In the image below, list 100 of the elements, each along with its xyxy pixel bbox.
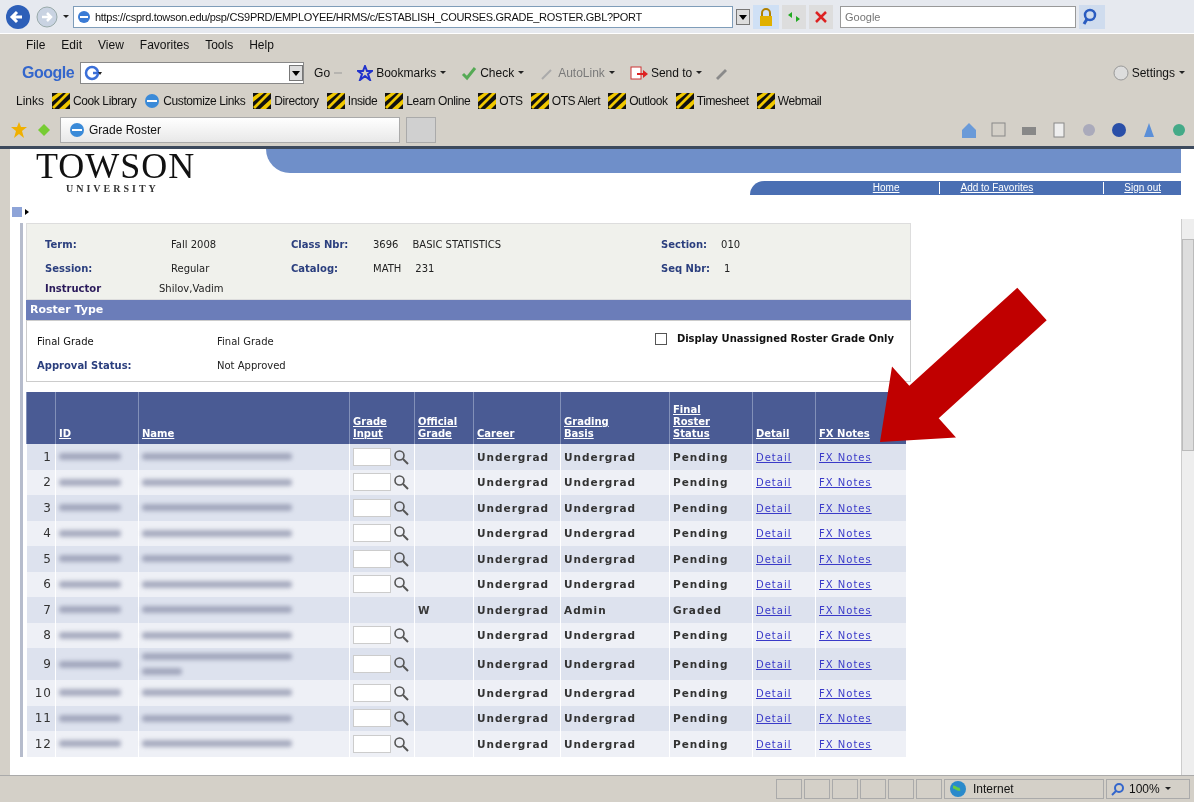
striped-flag-icon xyxy=(385,93,404,109)
search-icon[interactable] xyxy=(393,550,409,567)
new-tab-button[interactable] xyxy=(406,116,436,143)
search-icon[interactable] xyxy=(393,710,409,727)
column-header-link[interactable]: ID xyxy=(59,428,72,440)
blurred-id xyxy=(59,453,121,461)
search-field[interactable]: Google xyxy=(840,5,1076,28)
table-cell: Undergrad xyxy=(473,495,561,521)
star-icon[interactable] xyxy=(10,120,28,139)
search-icon[interactable] xyxy=(393,656,409,672)
settings-button[interactable]: Settings xyxy=(1108,62,1190,83)
column-header-link[interactable]: Name xyxy=(142,428,175,440)
table-cell: Pending xyxy=(669,495,753,521)
bookmark-link[interactable]: Outlook xyxy=(608,93,668,109)
grade-input-field[interactable] xyxy=(353,709,391,728)
search-icon[interactable] xyxy=(393,627,409,644)
search-icon[interactable] xyxy=(393,576,409,593)
vertical-scrollbar[interactable] xyxy=(1181,219,1194,775)
toolbar-button[interactable]: Send to xyxy=(625,62,708,83)
bookmark-link[interactable]: Inside xyxy=(326,93,378,109)
nav-link[interactable]: Sign out xyxy=(1103,182,1181,194)
field-label: Final Grade xyxy=(37,335,95,347)
menu-item[interactable]: View xyxy=(98,38,124,52)
grade-input-field[interactable] xyxy=(353,683,391,702)
close-icon[interactable] xyxy=(809,4,833,29)
search-icon[interactable] xyxy=(393,499,409,516)
bookmark-link[interactable]: Learn Online xyxy=(385,93,471,109)
table-cell: Undergrad xyxy=(473,648,561,680)
address-field[interactable]: https://csprd.towson.edu/psp/CS9PRD/EMPLOYEE/HRMS/c/ESTABLISH_COURSES.GRADE_ROSTER.GBL?PORT xyxy=(73,5,733,28)
table-cell: Undergrad xyxy=(473,597,561,623)
checkbox[interactable] xyxy=(654,333,667,345)
menu-toggle-icon[interactable] xyxy=(12,206,30,218)
table-cell: Admin xyxy=(560,597,670,623)
grade-input-field[interactable] xyxy=(353,655,391,673)
search-icon[interactable] xyxy=(1079,4,1105,29)
bookmark-link[interactable]: OTS Alert xyxy=(530,93,601,109)
dropdown-caret-icon[interactable] xyxy=(62,12,70,21)
field-label: Instructor xyxy=(45,283,103,294)
zoom-control[interactable]: 100% xyxy=(1106,779,1190,799)
menu-item[interactable]: Tools xyxy=(205,38,234,52)
menu-item[interactable]: Help xyxy=(249,38,274,52)
search-icon[interactable] xyxy=(393,684,409,701)
browser-tab[interactable]: Grade Roster xyxy=(60,116,400,143)
striped-flag-icon xyxy=(756,93,775,109)
grade-input-field[interactable] xyxy=(353,473,391,492)
bookmark-link[interactable]: Timesheet xyxy=(675,93,749,109)
toolbar-button[interactable]: Bookmarks xyxy=(353,62,452,83)
row-number: 6 xyxy=(26,571,56,597)
bookmark-link[interactable]: Customize Links xyxy=(144,93,246,109)
menu-item[interactable]: File xyxy=(26,38,46,52)
section-header: Roster Type xyxy=(26,300,911,320)
home-icon[interactable] xyxy=(960,120,978,139)
menu-item[interactable]: Favorites xyxy=(139,38,190,52)
scrollbar-thumb[interactable] xyxy=(1182,239,1194,451)
bookmark-link[interactable]: OTS xyxy=(478,93,523,109)
toolbar-search-field[interactable] xyxy=(80,61,305,84)
menu-item[interactable]: Edit xyxy=(61,38,83,52)
table-cell: Undergrad xyxy=(560,444,670,470)
back-icon[interactable] xyxy=(4,3,32,30)
nav-link[interactable]: Home xyxy=(852,182,940,194)
dropdown-caret-icon[interactable] xyxy=(289,64,304,81)
table-cell: Pending xyxy=(669,731,753,757)
table-cell: Undergrad xyxy=(560,622,670,648)
grade-input-field[interactable] xyxy=(353,734,391,753)
table-cell: Undergrad xyxy=(473,622,561,648)
grade-input-field[interactable] xyxy=(353,626,391,645)
row-number: 1 xyxy=(26,444,56,470)
search-icon[interactable] xyxy=(393,735,409,752)
toolbar-button[interactable]: Go xyxy=(310,63,348,82)
column-header-link[interactable]: Detail xyxy=(756,428,790,440)
toolbar-button[interactable]: Check xyxy=(457,62,530,83)
toolbar-logo: Google xyxy=(22,63,75,82)
column-header-link[interactable]: Career xyxy=(477,428,515,440)
detail-link[interactable]: Detail xyxy=(756,659,792,670)
row-number: 9 xyxy=(26,648,56,680)
grade-input-field[interactable] xyxy=(353,549,391,568)
status-pane xyxy=(888,779,914,799)
grade-input-field[interactable] xyxy=(353,447,391,466)
bookmark-link[interactable]: Webmail xyxy=(756,93,822,109)
blurred-id xyxy=(59,580,121,588)
globe-icon xyxy=(949,780,967,798)
bookmark-link[interactable]: Cook Library xyxy=(52,93,137,109)
column-header-link[interactable]: FX Notes xyxy=(819,428,870,440)
search-icon[interactable] xyxy=(393,474,409,491)
dropdown-caret-icon[interactable] xyxy=(736,8,750,25)
blurred-id xyxy=(59,714,121,722)
grade-input-field[interactable] xyxy=(353,524,391,543)
table-cell: Graded xyxy=(669,597,753,623)
field-label: Seq Nbr: xyxy=(661,262,711,274)
table-cell: Undergrad xyxy=(560,680,670,706)
grade-input-field[interactable] xyxy=(353,498,391,517)
refresh-icon[interactable] xyxy=(782,4,806,29)
blurred-id xyxy=(59,478,121,486)
bookmark-link[interactable]: Directory xyxy=(253,93,319,109)
search-icon[interactable] xyxy=(393,448,409,465)
status-pane xyxy=(916,779,942,799)
striped-flag-icon xyxy=(675,93,694,109)
search-icon[interactable] xyxy=(393,525,409,542)
grade-input-field[interactable] xyxy=(353,575,391,594)
nav-link[interactable]: Add to Favorites xyxy=(939,182,1104,194)
